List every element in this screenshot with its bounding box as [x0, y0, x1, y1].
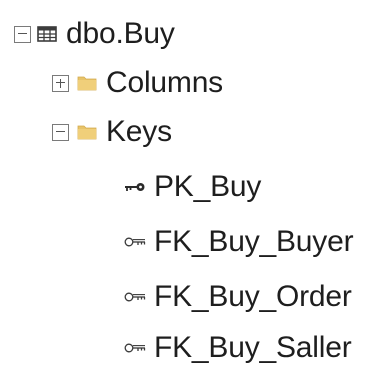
tree-node-fk-buy-saller[interactable]: FK_Buy_Saller — [124, 322, 352, 374]
object-explorer-tree: dbo.Buy Columns Keys PK_Buy FK_Buy_Buyer… — [0, 0, 369, 366]
tree-node-columns[interactable]: Columns — [52, 57, 223, 109]
folder-icon — [77, 75, 97, 91]
tree-node-fk-buy-order[interactable]: FK_Buy_Order — [124, 271, 352, 323]
primary-key-icon — [124, 181, 146, 193]
columns-label: Columns — [106, 66, 223, 99]
fk-buy-order-label: FK_Buy_Order — [154, 280, 352, 313]
table-label: dbo.Buy — [66, 17, 175, 50]
pk-buy-label: PK_Buy — [154, 170, 262, 203]
folder-icon — [77, 124, 97, 140]
collapse-toggle-dbo-buy[interactable] — [14, 25, 31, 43]
foreign-key-icon — [124, 236, 146, 248]
fk-buy-saller-label: FK_Buy_Saller — [154, 331, 352, 364]
tree-node-fk-buy-buyer[interactable]: FK_Buy_Buyer — [124, 216, 354, 268]
table-icon — [37, 25, 57, 43]
tree-node-keys[interactable]: Keys — [52, 106, 172, 158]
foreign-key-icon — [124, 342, 146, 354]
keys-label: Keys — [106, 115, 172, 148]
foreign-key-icon — [124, 291, 146, 303]
collapse-toggle-keys[interactable] — [52, 123, 69, 141]
fk-buy-buyer-label: FK_Buy_Buyer — [154, 225, 354, 258]
tree-node-dbo-buy[interactable]: dbo.Buy — [14, 8, 175, 60]
tree-node-pk-buy[interactable]: PK_Buy — [124, 161, 261, 213]
expand-toggle-columns[interactable] — [52, 74, 69, 92]
